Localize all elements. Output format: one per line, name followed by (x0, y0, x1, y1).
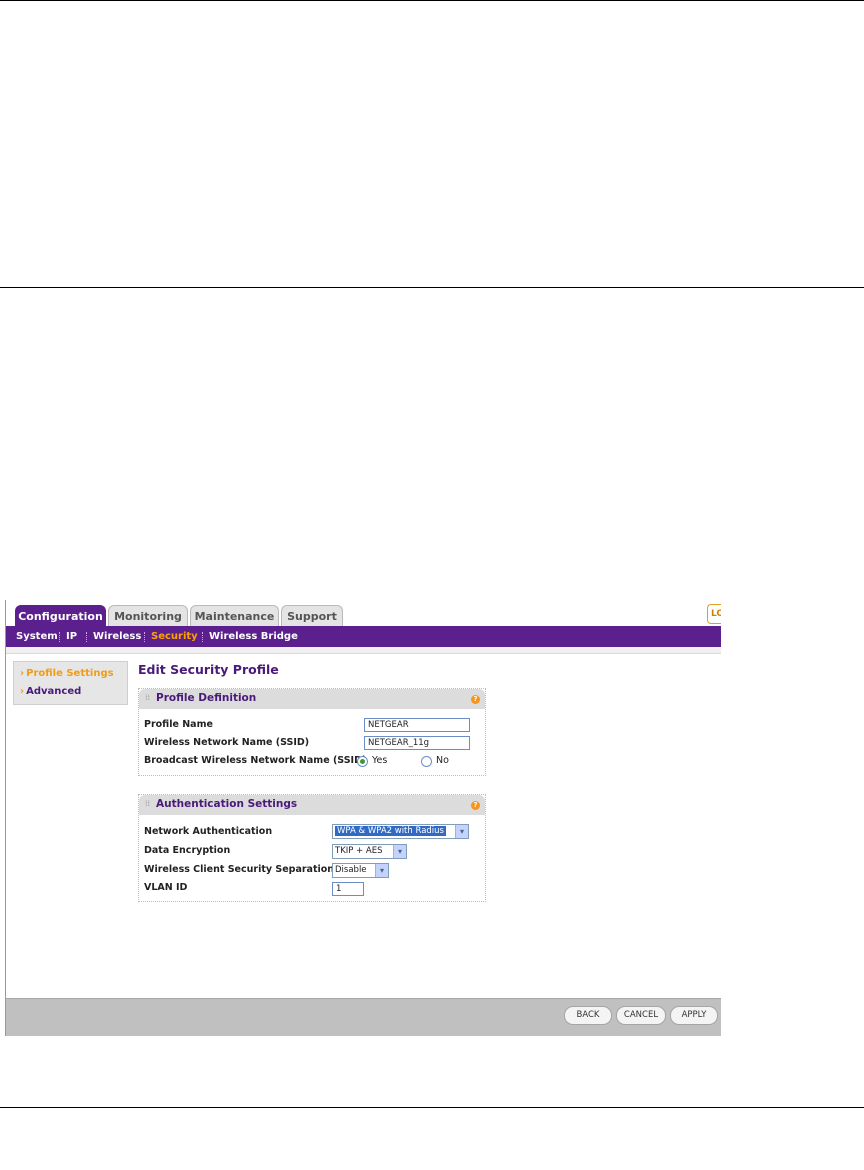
back-button[interactable]: BACK (564, 1006, 612, 1025)
data-encryption-select[interactable]: TKIP + AES ▾ (332, 844, 407, 859)
selected-value: TKIP + AES (335, 846, 383, 856)
section-title: Authentication Settings (156, 798, 298, 810)
nav-item-label: Advanced (26, 686, 82, 697)
profile-definition-panel: ⁞⁞ Profile Definition ? Profile Name NET… (138, 688, 486, 776)
menu-item-wireless[interactable]: Wireless (93, 626, 141, 647)
tab-support[interactable]: Support (281, 605, 343, 627)
ssid-label: Wireless Network Name (SSID) (144, 737, 310, 748)
top-rule (0, 0, 864, 1)
vlan-id-label: VLAN ID (144, 882, 188, 893)
tab-configuration[interactable]: Configuration (15, 605, 106, 627)
vlan-id-input[interactable]: 1 (332, 882, 364, 896)
footer-bar: BACK CANCEL APPLY (6, 998, 721, 1036)
sub-menu-bar: System IP Wireless Security Wireless Bri… (6, 626, 721, 647)
profile-name-label: Profile Name (144, 719, 213, 730)
menu-item-security[interactable]: Security (151, 626, 198, 647)
broadcast-ssid-label: Broadcast Wireless Network Name (SSID) (144, 755, 367, 766)
selected-value: WPA & WPA2 with Radius (335, 826, 446, 836)
section-title: Profile Definition (156, 692, 257, 704)
upper-rule (0, 287, 864, 288)
menu-separator (86, 632, 88, 642)
router-config-screenshot: Configuration Monitoring Maintenance Sup… (5, 600, 721, 1036)
logout-button[interactable]: LO (707, 604, 721, 624)
apply-button[interactable]: APPLY (670, 1006, 718, 1025)
chevron-right-icon: › (20, 686, 25, 697)
grip-icon: ⁞⁞ (145, 693, 151, 702)
client-separation-label: Wireless Client Security Separation (144, 864, 335, 875)
cancel-button[interactable]: CANCEL (616, 1006, 666, 1025)
menu-shadow-strip (6, 647, 721, 654)
nav-item-advanced[interactable]: › Advanced (20, 686, 81, 697)
menu-item-wireless-bridge[interactable]: Wireless Bridge (209, 626, 298, 647)
chevron-down-icon[interactable]: ▾ (375, 864, 388, 877)
section-header: ⁞⁞ Profile Definition ? (139, 689, 485, 709)
chevron-down-icon[interactable]: ▾ (455, 825, 468, 838)
left-navigation: › Profile Settings › Advanced (13, 661, 128, 705)
bottom-rule (0, 1107, 864, 1108)
nav-item-label: Profile Settings (26, 668, 114, 679)
profile-name-input[interactable]: NETGEAR (364, 718, 470, 732)
broadcast-yes-label: Yes (372, 755, 388, 766)
tab-maintenance[interactable]: Maintenance (190, 605, 279, 627)
chevron-down-icon[interactable]: ▾ (393, 845, 406, 858)
data-encryption-label: Data Encryption (144, 845, 231, 856)
network-authentication-label: Network Authentication (144, 826, 273, 837)
section-header: ⁞⁞ Authentication Settings ? (139, 795, 485, 815)
grip-icon: ⁞⁞ (145, 799, 151, 808)
menu-separator (144, 632, 146, 642)
chevron-right-icon: › (20, 668, 25, 679)
menu-separator (59, 632, 61, 642)
menu-separator (202, 632, 204, 642)
page-title: Edit Security Profile (138, 662, 279, 677)
broadcast-no-label: No (436, 755, 449, 766)
client-separation-select[interactable]: Disable ▾ (332, 863, 389, 878)
help-icon[interactable]: ? (471, 801, 480, 810)
network-authentication-select[interactable]: WPA & WPA2 with Radius ▾ (332, 824, 469, 839)
radio-selected-dot (360, 759, 365, 764)
tab-bar: Configuration Monitoring Maintenance Sup… (6, 600, 721, 627)
nav-item-profile-settings[interactable]: › Profile Settings (20, 668, 114, 679)
broadcast-yes-radio[interactable] (357, 756, 368, 767)
help-icon[interactable]: ? (471, 695, 480, 704)
selected-value: Disable (335, 865, 367, 875)
menu-item-ip[interactable]: IP (66, 626, 77, 647)
ssid-input[interactable]: NETGEAR_11g (364, 736, 470, 750)
authentication-settings-panel: ⁞⁞ Authentication Settings ? Network Aut… (138, 794, 486, 902)
menu-item-system[interactable]: System (16, 626, 58, 647)
broadcast-no-radio[interactable] (421, 756, 432, 767)
tab-monitoring[interactable]: Monitoring (108, 605, 188, 627)
